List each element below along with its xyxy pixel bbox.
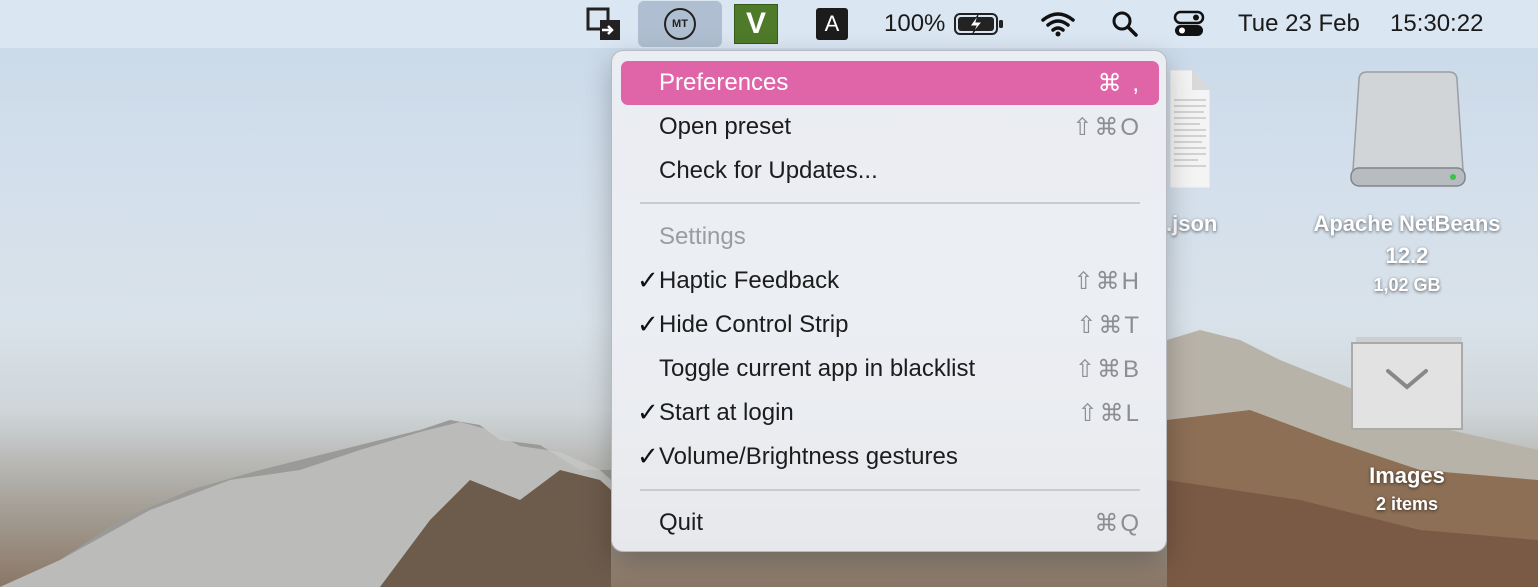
search-icon[interactable]	[1108, 0, 1142, 48]
input-source-button[interactable]: A	[815, 0, 849, 48]
menu-item-quit[interactable]: Quit ⌘Q	[621, 501, 1159, 545]
netbeans-name: Apache NetBeans	[1313, 211, 1501, 236]
battery-status[interactable]: 100%	[884, 0, 1009, 48]
shortcut: ⇧⌘T	[1076, 312, 1141, 339]
shortcut: ⌘Q	[1094, 510, 1141, 537]
menu-separator	[640, 489, 1140, 491]
menu-item-haptic-feedback[interactable]: ✓ Haptic Feedback ⇧⌘H	[621, 259, 1159, 303]
shortcut: ⇧⌘L	[1077, 400, 1141, 427]
menu-separator	[640, 202, 1140, 204]
images-folder-count: 2 items	[1375, 494, 1439, 514]
checkmark-icon: ✓	[637, 441, 659, 471]
battery-icon	[954, 13, 1004, 35]
multitouch-dropdown-menu: Preferences ⌘ , Open preset ⇧⌘O Check fo…	[611, 50, 1167, 552]
menu-item-preferences[interactable]: Preferences ⌘ ,	[621, 61, 1159, 105]
checkmark-icon: ✓	[637, 309, 659, 339]
vim-icon: V	[734, 4, 778, 44]
input-source-icon: A	[816, 8, 848, 40]
menu-bar: MT V A 100% Tue 23 Feb 15:30:22	[0, 0, 1538, 48]
checkmark-icon: ✓	[637, 397, 659, 427]
shortcut: ⇧⌘O	[1072, 114, 1141, 141]
menu-item-check-updates[interactable]: Check for Updates...	[621, 149, 1159, 193]
menu-item-volume-brightness-gestures[interactable]: ✓ Volume/Brightness gestures	[621, 435, 1159, 479]
vim-app-button[interactable]: V	[733, 0, 779, 48]
multitouch-icon: MT	[664, 8, 696, 40]
drive-icon[interactable]	[1349, 70, 1467, 192]
shortcut: ⇧⌘B	[1074, 356, 1141, 383]
control-center-icon[interactable]	[1171, 0, 1207, 48]
display-switch-icon[interactable]	[580, 0, 628, 48]
json-file-icon[interactable]	[1170, 70, 1210, 188]
menu-item-hide-control-strip[interactable]: ✓ Hide Control Strip ⇧⌘T	[621, 303, 1159, 347]
json-file-label: .json	[1166, 211, 1218, 236]
folder-icon[interactable]	[1348, 335, 1468, 435]
shortcut: ⌘ ,	[1097, 70, 1141, 97]
checkmark-icon: ✓	[637, 265, 659, 295]
netbeans-version: 12.2	[1385, 243, 1429, 268]
wifi-icon[interactable]	[1038, 0, 1078, 48]
menu-item-open-preset[interactable]: Open preset ⇧⌘O	[621, 105, 1159, 149]
menubar-clock[interactable]: 15:30:22	[1390, 0, 1502, 48]
menubar-date[interactable]: Tue 23 Feb	[1238, 0, 1376, 48]
battery-percent: 100%	[884, 10, 946, 37]
multitouch-menu-button[interactable]: MT	[638, 1, 722, 47]
images-folder-name: Images	[1369, 463, 1445, 488]
menu-section-header: Settings	[659, 223, 746, 250]
shortcut: ⇧⌘H	[1073, 268, 1141, 295]
menu-item-start-at-login[interactable]: ✓ Start at login ⇧⌘L	[621, 391, 1159, 435]
netbeans-size: 1,02 GB	[1373, 275, 1441, 295]
menu-item-toggle-blacklist[interactable]: Toggle current app in blacklist ⇧⌘B	[621, 347, 1159, 391]
